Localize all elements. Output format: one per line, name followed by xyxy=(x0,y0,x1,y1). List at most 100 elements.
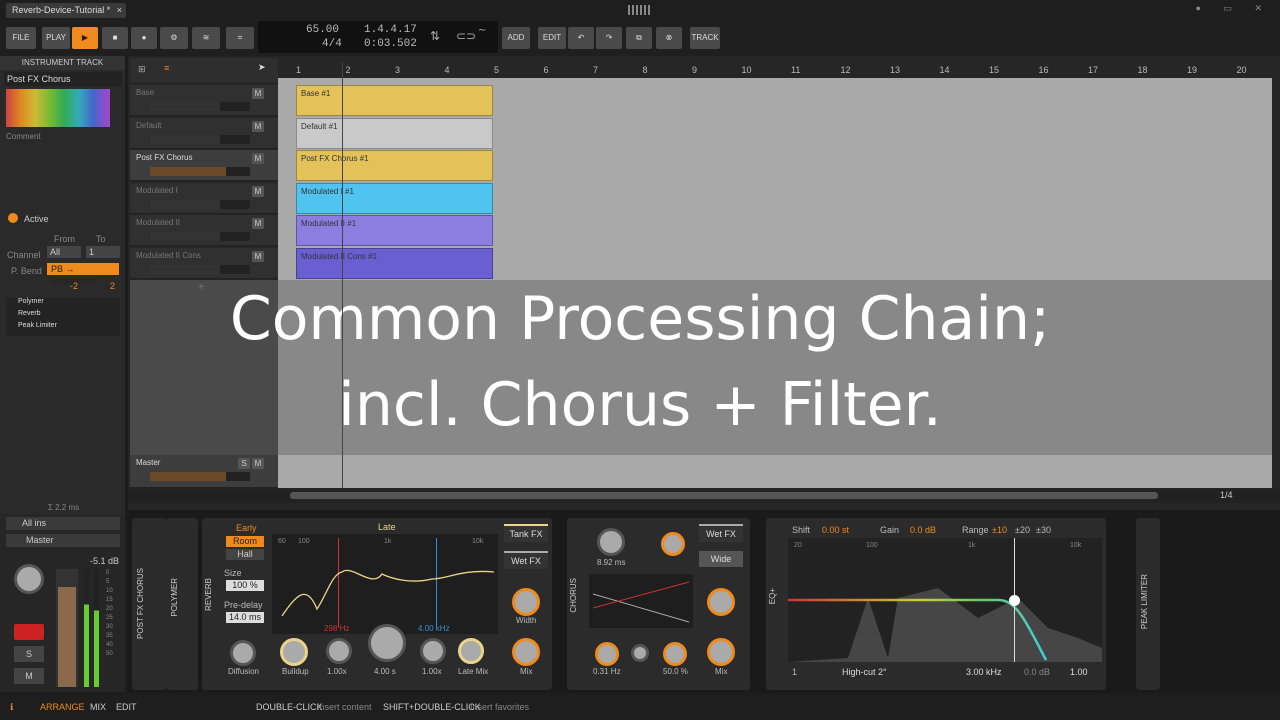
playhead[interactable] xyxy=(342,62,343,488)
clip[interactable]: Modulated I #1 xyxy=(296,182,493,214)
metronome-icon[interactable]: ⇅ xyxy=(430,29,440,43)
mute-button[interactable]: M xyxy=(252,458,264,469)
color-palette[interactable] xyxy=(6,89,110,127)
fader-track[interactable] xyxy=(56,569,78,687)
band-q[interactable]: 1.00 xyxy=(1070,667,1088,677)
range-20[interactable]: ±20 xyxy=(1015,525,1030,535)
play-button[interactable]: ▶ xyxy=(72,27,98,49)
track-name-field[interactable]: Post FX Chorus xyxy=(4,72,122,86)
pbend-select[interactable]: PB → Expression xyxy=(47,263,119,286)
track-header[interactable]: Post FX Chorus M xyxy=(130,150,278,181)
eq-device[interactable]: EQ+ Shift 0.00 st Gain 0.0 dB Range ±10 … xyxy=(766,518,1106,690)
edit-tab[interactable]: EDIT xyxy=(116,694,137,720)
track-fader[interactable] xyxy=(150,232,250,241)
polymer-device[interactable]: POLYMER xyxy=(166,518,198,690)
mute-button[interactable]: M xyxy=(14,668,44,684)
play-mode-button[interactable]: PLAY xyxy=(42,27,70,49)
track-header[interactable]: Modulated II M xyxy=(130,215,278,246)
track-header[interactable]: Modulated II Cons M xyxy=(130,247,278,279)
list-item[interactable]: Polymer xyxy=(6,298,120,310)
track-fader[interactable] xyxy=(150,167,250,176)
band-gain[interactable]: 0.0 dB xyxy=(1024,667,1050,677)
chorus-width-knob[interactable] xyxy=(707,588,735,616)
track-button[interactable]: TRACK xyxy=(690,27,720,49)
range-30[interactable]: ±30 xyxy=(1036,525,1051,535)
delay-knob[interactable] xyxy=(597,528,625,556)
solo-button[interactable]: S xyxy=(238,458,250,469)
rate-knob[interactable] xyxy=(595,642,619,666)
depth-knob[interactable] xyxy=(663,642,687,666)
track-header[interactable]: Modulated I M xyxy=(130,182,278,214)
band-number[interactable]: 1 xyxy=(792,667,797,677)
size-field[interactable]: 100 % xyxy=(226,580,264,591)
edit-button[interactable]: EDIT xyxy=(538,27,566,49)
record-button[interactable]: ● xyxy=(131,27,157,49)
tempo[interactable]: 65.00 xyxy=(306,24,339,36)
range-10[interactable]: ±10 xyxy=(992,525,1007,535)
timeline-ruler[interactable]: 1 2 3 4 5 6 7 8 9 10 11 12 13 14 15 16 17 18 19 20 xyxy=(290,62,1280,78)
master-fader[interactable] xyxy=(150,472,250,481)
channel-from-select[interactable]: All xyxy=(47,246,81,258)
clip[interactable]: Post FX Chorus #1 xyxy=(296,150,493,181)
mix-tab[interactable]: MIX xyxy=(90,694,106,720)
room-button[interactable]: Room xyxy=(226,536,264,547)
hall-button[interactable]: Hall xyxy=(226,549,264,560)
track-fader[interactable] xyxy=(150,102,250,111)
file-button[interactable]: FILE xyxy=(6,27,36,49)
reverb-mix-knob[interactable] xyxy=(512,638,540,666)
master-track[interactable]: Master S M xyxy=(130,455,278,488)
eq-display[interactable]: 20 100 1k 10k xyxy=(788,538,1102,662)
band-handle[interactable] xyxy=(1009,595,1020,606)
chorus-mix-knob[interactable] xyxy=(707,638,735,666)
buildup-knob[interactable] xyxy=(280,638,308,666)
late-mix-knob[interactable] xyxy=(458,638,484,664)
volume-knob[interactable] xyxy=(14,564,44,594)
phase-knob[interactable] xyxy=(631,644,649,662)
output-select[interactable]: Master xyxy=(6,534,120,547)
gain-value[interactable]: 0.0 dB xyxy=(910,525,936,535)
buildup-value-knob[interactable] xyxy=(326,638,352,664)
track-header[interactable]: Default M xyxy=(130,117,278,149)
add-button[interactable]: ADD xyxy=(502,27,530,49)
mute-button[interactable]: M xyxy=(252,218,264,229)
stop-button[interactable]: ■ xyxy=(102,27,128,49)
pointer-icon[interactable]: ➤ xyxy=(258,62,266,73)
track-fader[interactable] xyxy=(150,264,250,274)
punch-button[interactable]: ⌗ xyxy=(226,27,254,49)
list-icon[interactable]: ≡ xyxy=(164,63,169,73)
redo-icon[interactable]: ↷ xyxy=(596,27,622,49)
track-header[interactable]: Base M xyxy=(130,85,278,116)
chorus-device[interactable]: CHORUS 8.92 ms 0.31 Hz 50.0 % Wet FX Wid… xyxy=(567,518,750,690)
automation-button[interactable]: ⚙ xyxy=(160,27,188,49)
solo-button[interactable]: S xyxy=(14,646,44,662)
reverb-spectrum-display[interactable]: 60 100 1k 10k 298 Hz 4.00 kHz xyxy=(272,534,498,634)
mute-button[interactable]: M xyxy=(252,120,264,132)
undo-icon[interactable]: ↶ xyxy=(568,27,594,49)
peak-limiter-device[interactable]: PEAK LIMITER xyxy=(1136,518,1160,690)
input-select[interactable]: All ins xyxy=(6,517,120,530)
channel-to-select[interactable]: 1 xyxy=(86,246,120,258)
late-knob[interactable] xyxy=(420,638,446,664)
time-position[interactable]: 0:03.502 xyxy=(364,38,417,50)
grid-icon[interactable]: ⊞ xyxy=(138,64,146,75)
document-tab[interactable]: Reverb-Device-Tutorial * × xyxy=(6,3,126,18)
clip[interactable]: Default #1 xyxy=(296,117,493,149)
clip[interactable]: Modulated II #1 xyxy=(296,215,493,246)
copy-icon[interactable]: ⧉ xyxy=(626,27,652,49)
arrange-tab[interactable]: ARRANGE xyxy=(40,694,85,720)
horizontal-scrollbar[interactable]: 1/4 xyxy=(128,489,1280,503)
wide-button[interactable]: Wide xyxy=(699,551,743,567)
loop-icon[interactable]: ⊂⊃ xyxy=(456,29,476,43)
record-arm-button[interactable] xyxy=(14,624,44,640)
mute-button[interactable]: M xyxy=(252,250,264,262)
pb-low[interactable]: -2 xyxy=(70,281,78,291)
power-icon[interactable] xyxy=(8,213,18,223)
mute-button[interactable]: M xyxy=(252,185,264,197)
bar-position[interactable]: 1.4.4.17 xyxy=(364,24,417,36)
list-item[interactable]: Reverb xyxy=(6,310,120,322)
window-controls[interactable]: ● ▭ ✕ xyxy=(1196,3,1272,14)
groove-icon[interactable]: ∼ xyxy=(478,25,486,36)
clip[interactable]: Base #1 xyxy=(296,85,493,116)
predelay-field[interactable]: 14.0 ms xyxy=(226,612,264,623)
reverb-device[interactable]: REVERB Early Room Hall Size 100 % Pre-de… xyxy=(202,518,552,690)
